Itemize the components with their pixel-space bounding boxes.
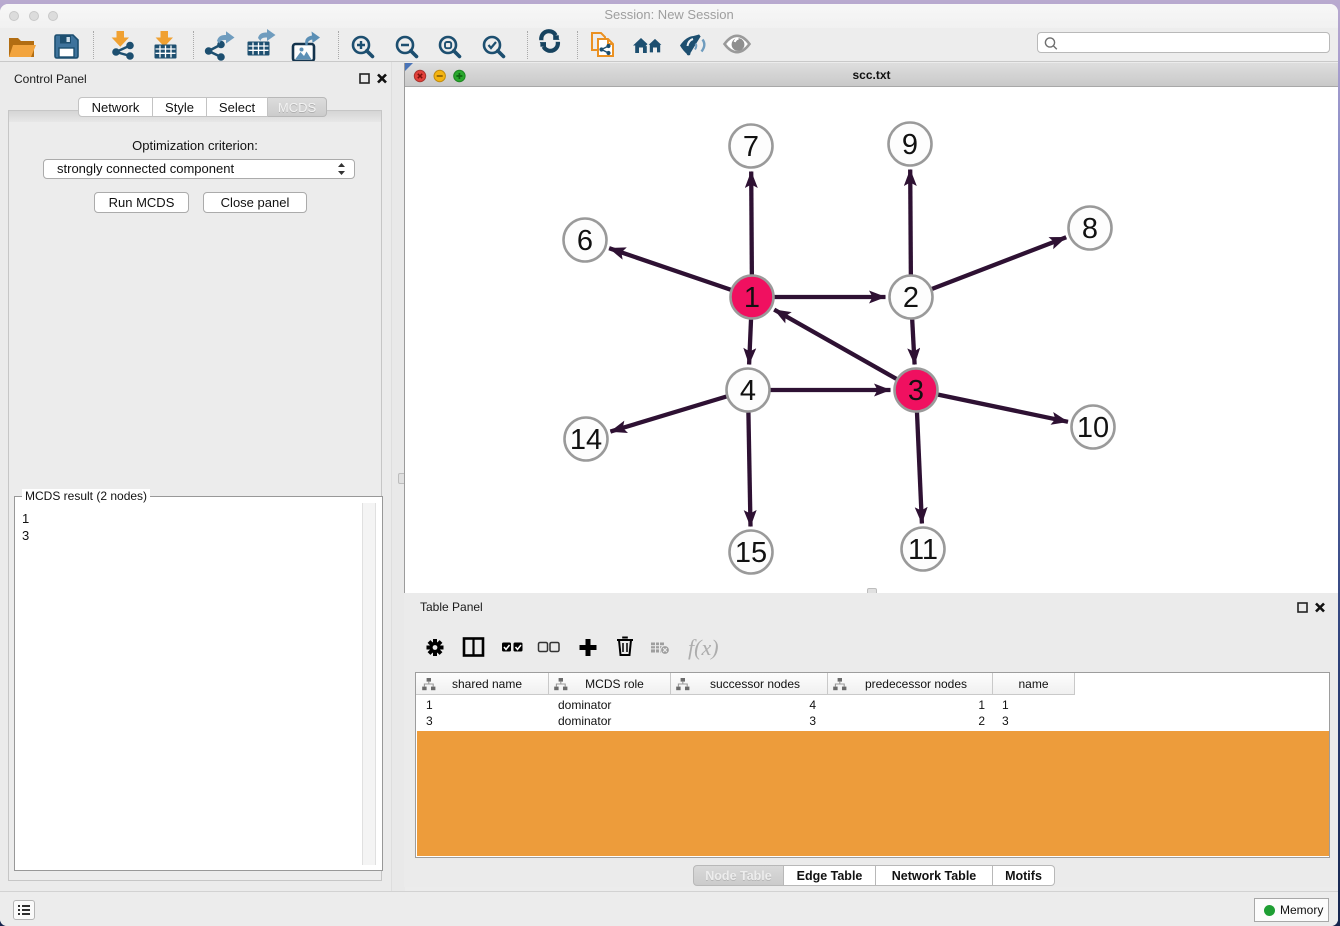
svg-text:15: 15 [735, 537, 767, 569]
svg-text:7: 7 [743, 131, 759, 163]
svg-text:8: 8 [1082, 213, 1098, 245]
svg-text:4: 4 [740, 375, 756, 407]
svg-text:1: 1 [744, 282, 760, 314]
svg-text:11: 11 [908, 534, 938, 566]
svg-text:3: 3 [908, 375, 924, 407]
svg-text:14: 14 [570, 424, 602, 456]
svg-text:9: 9 [902, 129, 918, 161]
svg-text:f(x): f(x) [688, 635, 719, 660]
svg-text:2: 2 [903, 282, 919, 314]
svg-text:6: 6 [577, 225, 593, 257]
svg-text:10: 10 [1077, 412, 1109, 444]
